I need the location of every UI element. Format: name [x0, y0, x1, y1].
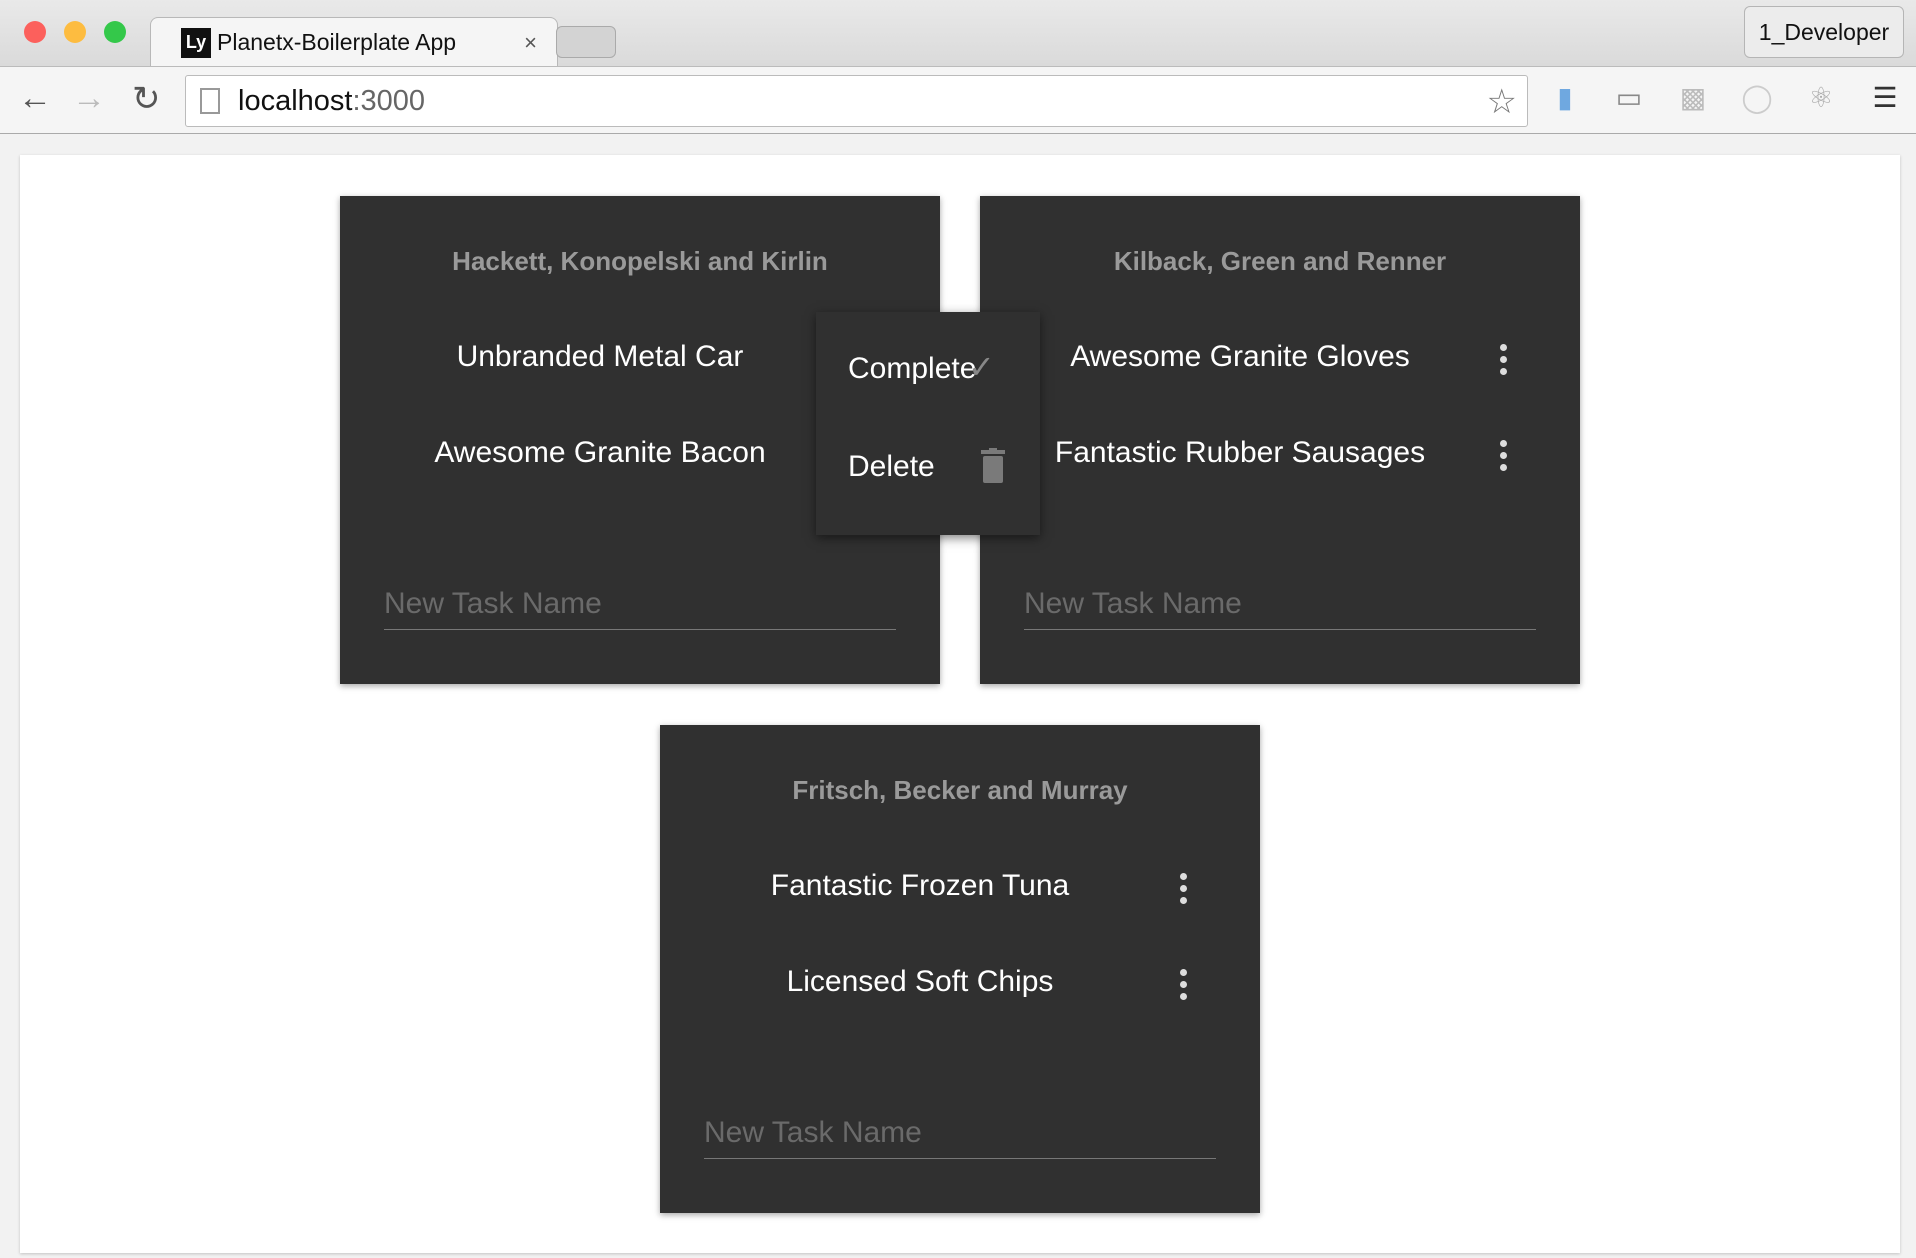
task-list-card: Kilback, Green and Renner Awesome Granit… — [980, 196, 1580, 684]
list-title: Fritsch, Becker and Murray — [792, 775, 1128, 805]
new-task-input[interactable] — [384, 578, 896, 630]
task-item[interactable]: Awesome Granite Gloves — [980, 340, 1500, 374]
task-item[interactable]: Licensed Soft Chips — [660, 965, 1180, 999]
trash-icon — [980, 448, 1006, 484]
back-icon[interactable]: ← — [18, 79, 52, 118]
task-item[interactable]: Fantastic Rubber Sausages — [980, 436, 1500, 470]
list-title: Kilback, Green and Renner — [1113, 246, 1447, 276]
more-options-icon[interactable] — [1488, 435, 1518, 475]
tab-title: Planetx-Boilerplate App — [217, 29, 457, 55]
delete-label: Delete — [848, 450, 935, 483]
task-options-menu: Complete ✓ Delete — [816, 312, 1040, 535]
maximize-window-button[interactable] — [104, 21, 126, 43]
tab-bar: Ly Planetx-Boilerplate App × 1_Developer — [0, 0, 1916, 67]
new-tab-button[interactable] — [556, 26, 616, 58]
menu-icon[interactable]: ☰ — [1868, 81, 1902, 115]
tab-close-icon[interactable]: × — [524, 30, 537, 56]
forward-icon[interactable]: → — [72, 79, 106, 118]
complete-menu-item[interactable]: Complete ✓ — [848, 349, 995, 386]
profile-button[interactable]: 1_Developer — [1744, 6, 1904, 58]
more-options-icon[interactable] — [1168, 964, 1198, 1004]
address-bar[interactable]: localhost:3000 ☆ — [185, 75, 1528, 127]
task-item[interactable]: Fantastic Frozen Tuna — [660, 869, 1180, 903]
browser-tab[interactable]: Ly Planetx-Boilerplate App × — [150, 17, 558, 67]
puzzle-extension-icon[interactable]: ▩ — [1676, 81, 1710, 115]
list-title: Hackett, Konopelski and Kirlin — [452, 246, 828, 276]
new-task-input[interactable] — [704, 1107, 1216, 1159]
url-text[interactable]: localhost:3000 — [238, 85, 425, 118]
react-devtools-icon[interactable]: ⚛ — [1804, 81, 1838, 115]
browser-toolbar: ← → ↻ localhost:3000 ☆ ▮ ▭ ▩ ◯ ⚛ ☰ — [0, 66, 1916, 134]
url-host: localhost — [238, 84, 353, 117]
delete-menu-item[interactable]: Delete — [848, 448, 1018, 484]
cast-icon[interactable]: ▭ — [1612, 81, 1646, 115]
circle-extension-icon[interactable]: ◯ — [1740, 81, 1774, 115]
page-icon — [200, 88, 220, 114]
check-icon: ✓ — [968, 349, 995, 385]
more-options-icon[interactable] — [1488, 339, 1518, 379]
bookmark-star-icon[interactable]: ☆ — [1487, 82, 1517, 122]
folder-extension-icon[interactable]: ▮ — [1548, 81, 1582, 115]
task-item[interactable]: Awesome Granite Bacon — [340, 436, 860, 470]
url-port: :3000 — [352, 84, 426, 117]
task-list-card: Fritsch, Becker and Murray Fantastic Fro… — [660, 725, 1260, 1213]
more-options-icon[interactable] — [1168, 868, 1198, 908]
complete-label: Complete — [848, 352, 977, 385]
reload-icon[interactable]: ↻ — [132, 79, 161, 119]
task-item[interactable]: Unbranded Metal Car — [340, 340, 860, 374]
close-window-button[interactable] — [24, 21, 46, 43]
minimize-window-button[interactable] — [64, 21, 86, 43]
new-task-input[interactable] — [1024, 578, 1536, 630]
favicon-icon: Ly — [181, 27, 211, 58]
